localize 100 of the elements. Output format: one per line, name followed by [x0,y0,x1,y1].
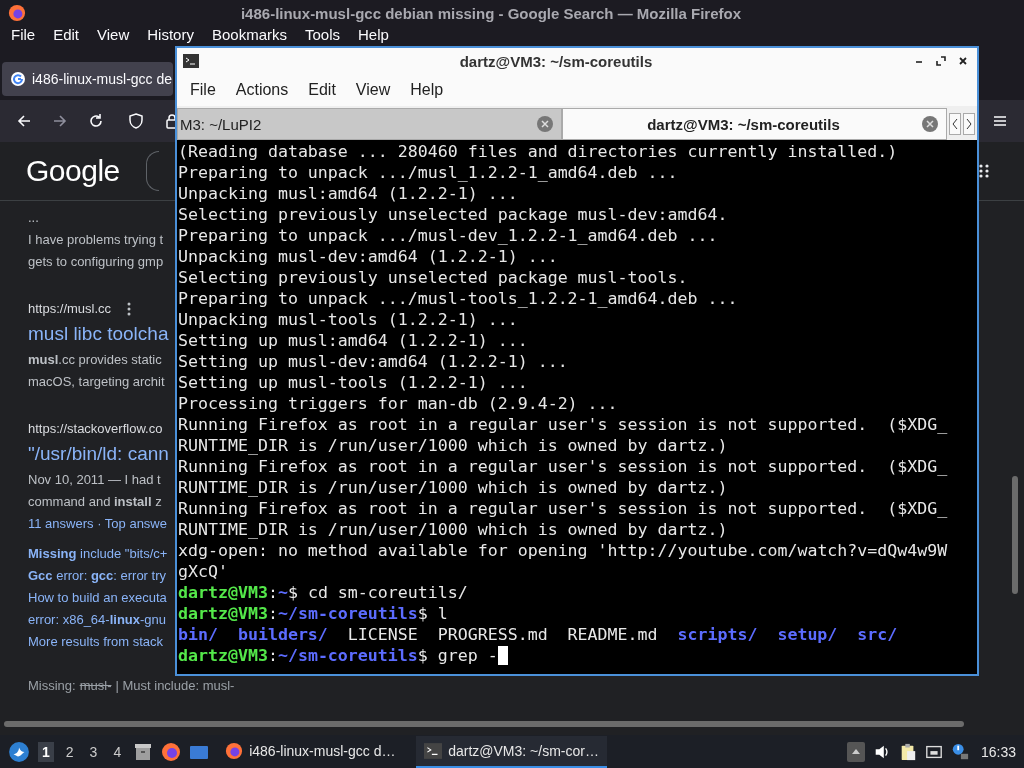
directory-name: bin/ [178,625,218,644]
missing-label: Missing: [28,677,76,695]
result-sublink[interactable]: How to build an executa [28,587,167,609]
file-name: README.md [567,625,658,644]
terminal-line: Running Firefox as root in a regular user's session is not supported. ($XDG_ [178,414,949,435]
terminal-line: Preparing to unpack .../musl-tools_1.2.2-1_amd64.deb ... [178,288,739,309]
result-title-link[interactable]: "/usr/bin/ld: cann [28,439,169,469]
maximize-icon[interactable] [935,55,947,67]
menu-item[interactable]: Actions [225,81,299,99]
menu-item[interactable]: View [345,81,401,99]
struck-term: musl- [79,677,112,695]
terminal-line: RUNTIME_DIR is /run/user/1000 which is owned by dartz.) [178,477,729,498]
terminal-line: Selecting previously unselected package musl-tools. [178,267,689,288]
workspace-button[interactable]: 4 [109,741,126,762]
terminal-line: Preparing to unpack .../musl-dev_1.2.2-1_amd64.deb ... [178,225,719,246]
result-meta[interactable]: 11 answers · Top answe [28,513,167,535]
menu-item[interactable]: File [180,81,226,99]
menu-item[interactable]: View [88,26,139,43]
result-snippet: ... [28,209,39,227]
prompt-separator: : [267,646,278,665]
horizontal-scrollbar[interactable] [4,721,964,727]
terminal-line: Unpacking musl:amd64 (1.2.2-1) ... [178,183,519,204]
prompt-separator: : [267,604,278,623]
directory-name: src/ [857,625,898,644]
terminal-line: Selecting previously unselected package musl-dev:amd64. [178,204,729,225]
terminal-icon [424,741,443,760]
command-text: $ cd sm-coreutils/ [287,583,468,602]
result-snippet: Nov 10, 2011 — I had t [28,471,161,489]
firefox-icon [225,741,244,760]
command-text: $ l [417,604,448,623]
menu-item[interactable]: File [2,26,45,43]
close-icon[interactable] [957,55,969,67]
terminal-line: Running Firefox as root in a regular user's session is not supported. ($XDG_ [178,498,949,519]
prompt-path: ~/sm-coreutils [277,604,418,623]
terminal-line: Setting up musl:amd64 (1.2.2-1) ... [178,330,529,351]
result-sublink[interactable]: More results from stack [28,631,164,653]
file-name: PROGRESS.md [437,625,548,644]
scroll-right-icon[interactable] [963,113,975,135]
must-include-link[interactable]: | Must include: musl- [115,675,235,697]
result-sublink[interactable]: error: x86_64-linux-gnu [28,609,167,631]
window-title: dartz@VM3: ~/sm-coreutils [458,52,654,70]
firefox-icon [8,4,26,22]
reload-icon[interactable] [88,113,104,129]
terminal-tab[interactable]: M3: ~/LuPI2 [177,108,562,140]
menu-item[interactable]: Help [400,81,454,99]
terminal-line: Setting up musl-tools (1.2.2-1) ... [178,372,529,393]
task-button[interactable]: dartz@VM3: ~/sm-cor… [416,735,608,768]
file-name: LICENSE [347,625,418,644]
menu-item[interactable]: Edit [44,26,89,43]
result-snippet: command and install z [28,493,162,511]
scroll-left-icon[interactable] [949,113,961,135]
prompt-user: dartz@VM3 [178,583,268,602]
result-snippet: I have problems trying t [28,231,164,249]
clock[interactable]: 16:33 [980,743,1016,760]
menu-item[interactable]: Help [349,26,398,43]
file-cabinet-icon[interactable] [133,741,154,762]
scrollbar-thumb[interactable] [1012,476,1018,594]
firefox-icon[interactable] [161,741,182,762]
directory-name: scripts/ [677,625,758,644]
menu-icon[interactable] [992,113,1008,129]
result-title-link[interactable]: musl libc toolcha [28,319,169,349]
more-icon[interactable] [127,302,132,316]
terminal-line: (Reading database ... 280460 files and directories currently installed.) [178,141,899,162]
browser-tab[interactable]: i486-linux-musl-gcc de [2,62,173,96]
terminal-line: xdg-open: no method available for opening 'http://youtube.com/watch?v=dQw4w9W [178,540,949,561]
prompt-path: ~ [277,583,288,602]
result-sublink[interactable]: Gcc error: gcc: error try [28,565,166,587]
start-menu-icon[interactable] [8,740,30,763]
google-icon [10,71,26,87]
window-title: i486-linux-musl-gcc debian missing - Google Search — Mozilla Firefox [239,4,743,22]
workspace-button[interactable]: 2 [61,741,78,762]
forward-icon[interactable] [52,113,68,129]
result-snippet: musl.cc provides static [28,351,162,369]
terminal-icon [183,54,199,68]
terminal-line: Unpacking musl-dev:amd64 (1.2.2-1) ... [178,246,559,267]
task-button[interactable]: i486-linux-musl-gcc d… [217,735,409,768]
workspace-button[interactable]: 1 [38,741,54,762]
terminal-line: gXcQ' [178,561,229,582]
menu-item[interactable]: History [138,26,203,43]
directory-name: builders/ [237,625,328,644]
prompt-user: dartz@VM3 [178,604,268,623]
workspace-button[interactable]: 3 [85,741,102,762]
prompt-user: dartz@VM3 [178,646,268,665]
result-sublink[interactable]: Missing include "bits/c+ [28,543,168,565]
terminal-line: Setting up musl-dev:amd64 (1.2.2-1) ... [178,351,569,372]
notification-icon[interactable] [950,741,969,762]
back-icon[interactable] [16,113,32,129]
result-url: https://stackoverflow.co [28,420,163,438]
command-text: $ grep - [417,646,498,665]
shield-icon[interactable] [128,113,144,129]
google-logo[interactable]: Google [26,154,120,188]
menu-item[interactable]: Bookmarks [202,26,296,43]
prompt-separator: : [267,583,278,602]
result-url: https://musl.cc [28,300,112,318]
menu-item[interactable]: Edit [298,81,346,99]
terminal-line: Preparing to unpack .../musl_1.2.2-1_amd64.deb ... [178,162,679,183]
menu-item[interactable]: Tools [296,26,349,43]
prompt-path: ~/sm-coreutils [277,646,418,665]
result-snippet: macOS, targeting archit [28,373,165,391]
terminal-tab[interactable]: dartz@VM3: ~/sm-coreutils [562,108,947,140]
